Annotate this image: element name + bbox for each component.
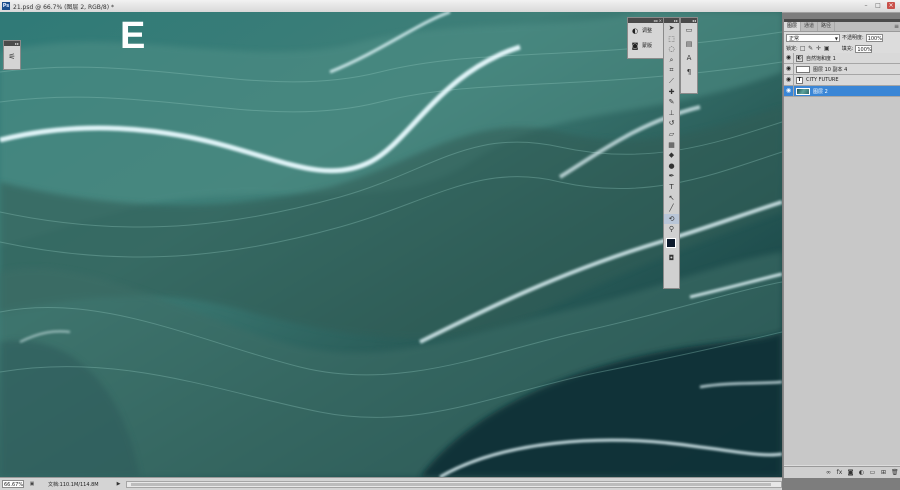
zoom-level-field[interactable]: 66.67% — [2, 480, 24, 488]
layer-row-selected[interactable]: ◉ 图层 2 — [784, 86, 900, 97]
lock-all-icon[interactable]: ▣ — [824, 45, 830, 53]
eraser-tool-icon[interactable]: ▱ — [664, 129, 679, 140]
layer-style-icon[interactable]: fx — [836, 469, 843, 476]
minimize-icon[interactable]: – — [862, 2, 870, 9]
marquee-tool-icon[interactable]: ⬚ — [664, 34, 679, 45]
quick-mask-icon[interactable]: ◘ — [664, 253, 679, 264]
new-adjustment-icon[interactable]: ◐ — [858, 469, 865, 476]
clone-stamp-tool-icon[interactable]: ⊥ — [664, 108, 679, 119]
eye-icon[interactable]: ◉ — [784, 53, 794, 63]
status-options-icon[interactable]: ▣ — [28, 481, 36, 487]
horizontal-scrollbar[interactable] — [126, 480, 782, 488]
tools-panel: ▸▸ ➤ ⬚ ◌ ⌕ ⌗ ⟋ ✚ ✎ ⊥ ↺ ▱ ▦ ◆ ● ✒ T ↖ ╱ ⟲… — [663, 17, 680, 289]
brush-tool-icon[interactable]: ✎ — [664, 97, 679, 108]
status-menu-arrow-icon[interactable]: ▶ — [117, 481, 121, 487]
text-layer-icon: T — [796, 76, 803, 84]
crop-tool-icon[interactable]: ⌗ — [664, 65, 679, 76]
3d-rotate-tool-icon[interactable]: ⟲ — [664, 213, 679, 225]
eye-icon[interactable]: ◉ — [784, 64, 794, 74]
layer-list: ◉ ◐ 自然饱和度 1 ◉ 图层 10 副本 4 ◉ T CITY FUTURE… — [784, 53, 900, 465]
blend-opacity-row: 正常 ▼ 不透明度: 100% — [784, 32, 900, 43]
tab-channels[interactable]: 通道 — [801, 22, 819, 31]
layer-name: 图层 2 — [813, 88, 828, 95]
status-bar: 66.67% ▣ 文档:110.1M/114.8M ▶ — [0, 477, 782, 490]
paragraph-panel-icon[interactable]: ¶ — [681, 65, 697, 79]
lock-label: 锁定: — [786, 46, 798, 52]
fill-label: 填充: — [841, 46, 854, 52]
masks-panel-button[interactable]: ◙ 蒙版 — [628, 38, 663, 53]
masks-label: 蒙版 — [642, 43, 653, 49]
adjustments-masks-panel: ◂◂ × ◐ 调整 ◙ 蒙版 — [627, 17, 664, 59]
layers-panel: 图层 通道 路径 ≡ 正常 ▼ 不透明度: 100% 锁定: □ ✎ ✛ ▣ 填… — [783, 19, 900, 478]
type-tool-icon[interactable]: T — [664, 182, 679, 193]
opacity-input[interactable]: 100% — [865, 33, 883, 42]
lock-pixels-icon[interactable]: ✎ — [808, 45, 814, 53]
document-title: 21.psd @ 66.7% (图层 2, RGB/8) * — [13, 4, 114, 11]
adjustments-icon: ◐ — [631, 26, 639, 35]
collapsed-panel[interactable]: ▸▸ ⚟ — [3, 40, 21, 70]
adjustments-panel-button[interactable]: ◐ 调整 — [628, 23, 663, 38]
pen-tool-icon[interactable]: ✒ — [664, 171, 679, 182]
layer-name: 图层 10 副本 4 — [813, 66, 848, 73]
zoom-tool-icon[interactable]: ⚲ — [664, 224, 679, 235]
chevron-down-icon: ▼ — [834, 35, 838, 41]
layers-panel-footer: ∞ fx ◙ ◐ ▭ ⊞ 🗑 — [784, 466, 900, 478]
blend-mode-select[interactable]: 正常 ▼ — [786, 33, 840, 42]
quick-select-tool-icon[interactable]: ⌕ — [664, 55, 679, 66]
character-panel-icon[interactable]: A — [681, 51, 697, 65]
layer-thumbnail — [796, 65, 810, 73]
gradient-tool-icon[interactable]: ▦ — [664, 140, 679, 151]
panel-menu-icon[interactable]: ≡ — [894, 22, 900, 31]
delete-layer-icon[interactable]: 🗑 — [891, 469, 899, 476]
history-panel-icon[interactable]: ▭ — [681, 23, 697, 37]
mask-icon: ◙ — [631, 41, 639, 50]
move-tool-icon[interactable]: ➤ — [664, 23, 679, 34]
panel-grip[interactable]: ▸▸ — [4, 41, 20, 46]
history-brush-tool-icon[interactable]: ↺ — [664, 118, 679, 129]
shape-tool-icon[interactable]: ╱ — [664, 203, 679, 214]
lock-transparency-icon[interactable]: □ — [800, 45, 806, 53]
tab-paths[interactable]: 路径 — [818, 22, 836, 31]
eye-icon[interactable]: ◉ — [784, 86, 794, 96]
color-swatches[interactable] — [664, 235, 679, 253]
blend-mode-value: 正常 — [789, 35, 800, 42]
canvas-overlay-letter: E — [120, 15, 146, 57]
new-group-icon[interactable]: ▭ — [869, 469, 876, 476]
scrollbar-thumb[interactable] — [131, 482, 772, 486]
adjustments-label: 调整 — [642, 28, 653, 34]
eye-icon[interactable]: ◉ — [784, 75, 794, 85]
link-layers-icon[interactable]: ∞ — [825, 469, 832, 476]
layers-panel-tabs: 图层 通道 路径 ≡ — [784, 22, 900, 32]
tool-presets-icon[interactable]: ⚟ — [7, 52, 17, 62]
lasso-tool-icon[interactable]: ◌ — [664, 44, 679, 55]
adjustment-layer-icon: ◐ — [796, 54, 803, 62]
photoshop-app-icon: Ps — [2, 2, 10, 10]
document-size-info: 文档:110.1M/114.8M — [47, 481, 99, 488]
layer-row[interactable]: ◉ T CITY FUTURE — [784, 75, 900, 86]
fill-input[interactable]: 100% — [855, 44, 873, 53]
layer-row[interactable]: ◉ 图层 10 副本 4 — [784, 64, 900, 75]
path-select-tool-icon[interactable]: ↖ — [664, 193, 679, 204]
eyedropper-tool-icon[interactable]: ⟋ — [664, 76, 679, 87]
healing-brush-tool-icon[interactable]: ✚ — [664, 87, 679, 98]
opacity-label: 不透明度: — [842, 35, 864, 41]
panel-dock: ◂◂ ▭ ▤ A ¶ — [680, 17, 698, 94]
actions-panel-icon[interactable]: ▤ — [681, 37, 697, 51]
lock-position-icon[interactable]: ✛ — [816, 45, 822, 53]
tab-layers[interactable]: 图层 — [784, 22, 802, 31]
layer-thumbnail — [796, 87, 810, 95]
blur-tool-icon[interactable]: ◆ — [664, 150, 679, 161]
layer-row[interactable]: ◉ ◐ 自然饱和度 1 — [784, 53, 900, 64]
close-icon[interactable]: × — [887, 2, 895, 9]
layer-name: 自然饱和度 1 — [806, 55, 836, 62]
maximize-icon[interactable]: □ — [874, 2, 882, 9]
layer-name: CITY FUTURE — [806, 77, 839, 83]
dodge-tool-icon[interactable]: ● — [664, 161, 679, 172]
add-mask-icon[interactable]: ◙ — [847, 469, 854, 476]
foreground-color-swatch[interactable] — [666, 237, 676, 248]
new-layer-icon[interactable]: ⊞ — [880, 469, 887, 476]
